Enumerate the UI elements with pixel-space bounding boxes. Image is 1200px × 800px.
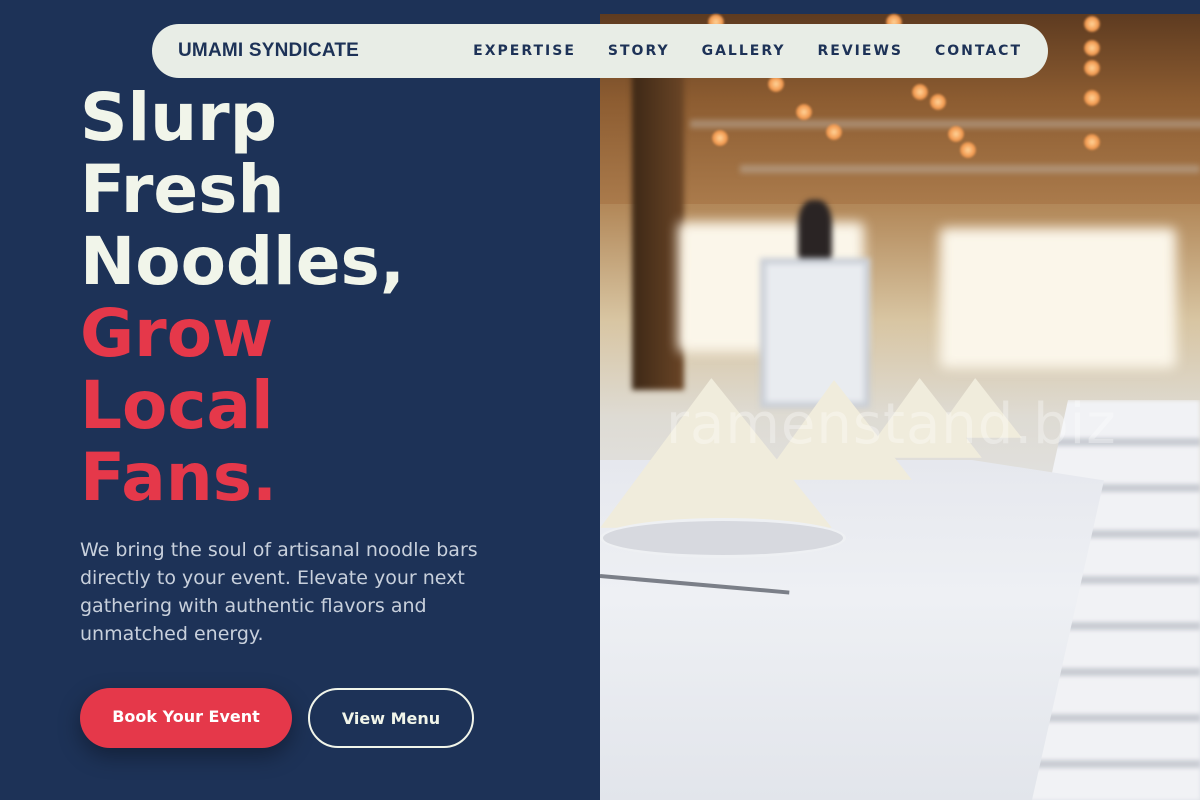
- brand-logo[interactable]: UMAMI SYNDICATE: [178, 40, 359, 62]
- photo-light: [1084, 134, 1100, 150]
- photo-lantern: [760, 200, 870, 408]
- nav-links: EXPERTISE STORY GALLERY REVIEWS CONTACT: [473, 43, 1022, 59]
- nav-link-reviews[interactable]: REVIEWS: [818, 43, 903, 59]
- photo-light: [768, 76, 784, 92]
- photo-plate: [600, 518, 846, 558]
- photo-light: [1084, 60, 1100, 76]
- hero-description: We bring the soul of artisanal noodle ba…: [80, 539, 478, 645]
- nav-link-contact[interactable]: CONTACT: [935, 43, 1022, 59]
- lantern-cap: [798, 200, 832, 260]
- book-event-button[interactable]: Book Your Event: [80, 688, 292, 748]
- hero-photo: ramenstand.biz: [600, 0, 1200, 800]
- nav-link-story[interactable]: STORY: [608, 43, 670, 59]
- nav-link-expertise[interactable]: EXPERTISE: [473, 43, 576, 59]
- photo-light: [712, 130, 728, 146]
- photo-light: [826, 124, 842, 140]
- top-nav: UMAMI SYNDICATE EXPERTISE STORY GALLERY …: [152, 24, 1048, 78]
- photo-light: [960, 142, 976, 158]
- photo-light: [1084, 40, 1100, 56]
- lantern-body: [760, 258, 870, 408]
- hero-headline: Slurp Fresh Noodles, Grow Local Fans.: [80, 82, 405, 514]
- photo-watermark: ramenstand.biz: [666, 392, 1117, 457]
- photo-light: [1084, 90, 1100, 106]
- photo-beam: [690, 120, 1200, 128]
- headline-line-accent: Grow: [80, 295, 274, 372]
- photo-light: [1084, 16, 1100, 32]
- photo-window: [940, 228, 1176, 368]
- headline-line: Noodles,: [80, 223, 405, 300]
- photo-light: [948, 126, 964, 142]
- headline-line: Slurp: [80, 79, 277, 156]
- headline-line: Fresh: [80, 151, 285, 228]
- photo-light: [912, 84, 928, 100]
- headline-line-accent: Local: [80, 367, 274, 444]
- view-menu-button[interactable]: View Menu: [308, 688, 474, 748]
- photo-light: [930, 94, 946, 110]
- nav-link-gallery[interactable]: GALLERY: [702, 43, 786, 59]
- photo-light: [796, 104, 812, 120]
- photo-pillar: [632, 60, 684, 390]
- headline-line-accent: Fans.: [80, 439, 278, 516]
- photo-top-strip: [600, 0, 1200, 14]
- photo-beam: [740, 165, 1200, 173]
